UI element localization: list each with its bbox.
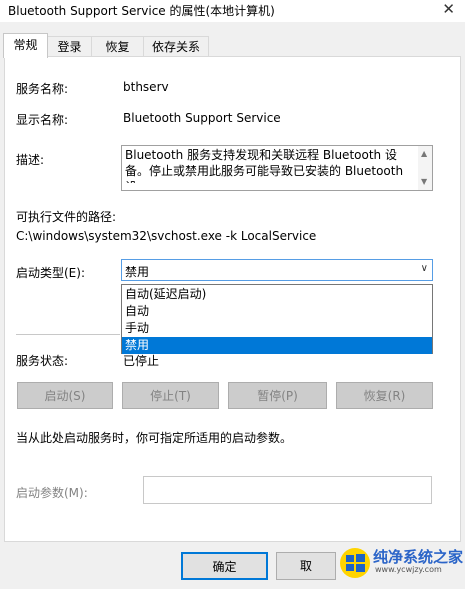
tab-dependencies[interactable]: 依存关系 <box>143 36 209 57</box>
startup-option-disabled[interactable]: 禁用 <box>122 337 432 354</box>
exe-path-value: C:\windows\system32\svchost.exe -k Local… <box>16 229 317 243</box>
startup-option-auto[interactable]: 自动 <box>122 303 432 320</box>
params-input[interactable] <box>143 476 432 504</box>
cancel-button[interactable]: 取 <box>276 552 336 580</box>
scroll-up-icon[interactable]: ▲ <box>421 149 427 158</box>
description-scrollbar[interactable]: ▲ ▼ <box>418 146 432 190</box>
params-label: 启动参数(M): <box>16 486 88 500</box>
windows-logo-icon <box>340 548 370 578</box>
divider <box>16 334 120 335</box>
pause-button[interactable]: 暂停(P) <box>228 382 327 409</box>
startup-type-select[interactable]: 禁用 ∨ <box>121 259 433 281</box>
service-name-value: bthserv <box>123 80 169 94</box>
display-name-label: 显示名称: <box>16 113 69 127</box>
startup-type-label: 启动类型(E): <box>16 266 85 280</box>
watermark-text: 纯净系统之家 <box>373 548 464 566</box>
watermark-url: www.ycwjzy.com <box>375 565 442 574</box>
tab-logon[interactable]: 登录 <box>47 36 92 57</box>
chevron-down-icon[interactable]: ∨ <box>421 263 428 274</box>
window-title: Bluetooth Support Service 的属性(本地计算机) <box>8 4 275 18</box>
description-label: 描述: <box>16 153 45 167</box>
resume-button[interactable]: 恢复(R) <box>336 382 433 409</box>
watermark: 纯净系统之家 www.ycwjzy.com <box>339 545 463 581</box>
tab-general[interactable]: 常规 <box>3 33 48 58</box>
description-box[interactable]: Bluetooth 服务支持发现和关联远程 Bluetooth 设备。停止或禁用… <box>121 145 433 191</box>
display-name-value: Bluetooth Support Service <box>123 111 281 125</box>
params-hint: 当从此处启动服务时，你可指定所适用的启动参数。 <box>16 431 293 445</box>
startup-option-manual[interactable]: 手动 <box>122 320 432 337</box>
status-label: 服务状态: <box>16 354 69 368</box>
tab-recovery[interactable]: 恢复 <box>91 36 144 57</box>
description-text: Bluetooth 服务支持发现和关联远程 Bluetooth 设备。停止或禁用… <box>125 148 404 183</box>
service-name-label: 服务名称: <box>16 82 69 96</box>
status-value: 已停止 <box>123 354 160 368</box>
stop-button[interactable]: 停止(T) <box>122 382 219 409</box>
scroll-down-icon[interactable]: ▼ <box>421 177 427 186</box>
startup-type-dropdown: 自动(延迟启动) 自动 手动 禁用 <box>121 284 433 354</box>
startup-type-value: 禁用 <box>125 265 150 279</box>
startup-option-auto-delayed[interactable]: 自动(延迟启动) <box>122 286 432 303</box>
exe-path-label: 可执行文件的路径: <box>16 210 117 224</box>
close-icon[interactable]: ✕ <box>442 0 455 18</box>
tab-strip: 常规 登录 恢复 依存关系 <box>0 33 465 58</box>
start-button[interactable]: 启动(S) <box>17 382 113 409</box>
ok-button[interactable]: 确定 <box>181 552 268 580</box>
